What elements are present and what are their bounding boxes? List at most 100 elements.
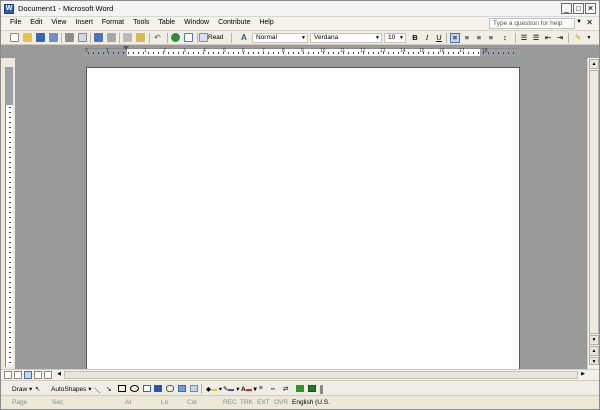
read-icon[interactable]	[199, 33, 208, 42]
scroll-right-icon[interactable]: ▶	[579, 371, 587, 379]
close-button[interactable]: ✕	[585, 3, 596, 14]
horizontal-scroll-thumb[interactable]	[64, 371, 578, 379]
tables-borders-icon[interactable]	[184, 33, 193, 42]
open-folder-icon[interactable]	[23, 33, 32, 42]
select-objects-icon[interactable]: ↖	[35, 385, 40, 393]
spelling-icon[interactable]	[94, 33, 103, 42]
dash-style-icon[interactable]: ┅	[271, 385, 275, 393]
styles-formatting-icon[interactable]: A	[241, 33, 250, 42]
line-color-button[interactable]: ✎ ▾	[223, 385, 240, 393]
arrow-style-icon[interactable]: ⇄	[283, 385, 288, 393]
bold-button[interactable]: B	[410, 33, 420, 43]
outline-view-icon[interactable]	[34, 371, 42, 379]
menu-insert[interactable]: Insert	[75, 19, 93, 26]
menu-table[interactable]: Table	[158, 19, 175, 26]
extend-selection-indicator[interactable]: EXT	[257, 399, 270, 406]
menu-view[interactable]: View	[51, 19, 66, 26]
language-indicator[interactable]: English (U.S.	[292, 399, 330, 406]
chevron-down-icon[interactable]: ▼	[375, 34, 380, 42]
vertical-ruler[interactable]	[5, 67, 13, 367]
menu-file[interactable]: File	[10, 19, 21, 26]
scroll-up-button[interactable]: ▲	[589, 59, 599, 69]
bullets-icon[interactable]: ☰	[531, 33, 541, 43]
clip-art-icon[interactable]	[178, 385, 186, 392]
document-page[interactable]	[86, 67, 520, 377]
undo-icon[interactable]: ↶	[153, 33, 162, 42]
align-right-icon[interactable]: ≡	[474, 33, 484, 43]
autoshapes-menu-button[interactable]: AutoShapes ▾	[51, 385, 92, 393]
menu-help[interactable]: Help	[259, 19, 273, 26]
picture-icon[interactable]	[190, 385, 198, 392]
first-line-indent-marker[interactable]	[123, 46, 129, 51]
read-button[interactable]: Read	[208, 34, 224, 41]
previous-page-button[interactable]: ▲	[589, 346, 599, 356]
align-center-icon[interactable]: ≡	[462, 33, 472, 43]
3d-style-icon[interactable]	[308, 385, 316, 392]
track-changes-indicator[interactable]: TRK	[240, 399, 253, 406]
justify-icon[interactable]: ≡	[486, 33, 496, 43]
horizontal-ruler[interactable]: 2 1 1 2 3 4 5 6 7 8 9 10 11 12 13 14 15 …	[84, 48, 520, 56]
normal-view-icon[interactable]	[4, 371, 12, 379]
new-document-icon[interactable]	[10, 33, 19, 42]
menu-contribute[interactable]: Contribute	[218, 19, 250, 26]
scroll-left-icon[interactable]: ◀	[55, 371, 63, 379]
underline-button[interactable]: U	[434, 33, 444, 43]
word-app-icon[interactable]: W	[4, 4, 14, 14]
menu-format[interactable]: Format	[102, 19, 124, 26]
line-spacing-icon[interactable]: ↕	[500, 33, 510, 43]
fill-color-button[interactable]: ◆ ▾	[206, 385, 222, 393]
font-combo[interactable]: Verdana ▼	[310, 33, 382, 43]
next-page-button[interactable]: ▼	[589, 357, 599, 365]
title-bar[interactable]: W Document1 - Microsoft Word _ □ ✕	[1, 1, 599, 17]
menu-edit[interactable]: Edit	[30, 19, 42, 26]
toolbar-options-icon[interactable]	[320, 385, 323, 394]
chevron-down-icon[interactable]: ▼	[301, 34, 306, 42]
increase-indent-icon[interactable]: ⇥	[555, 33, 565, 43]
align-left-icon[interactable]: ≡	[450, 33, 460, 43]
style-combo[interactable]: Normal ▼	[252, 33, 308, 43]
menu-window[interactable]: Window	[184, 19, 209, 26]
rectangle-tool-icon[interactable]	[118, 385, 126, 392]
line-tool-icon[interactable]: ＼	[94, 385, 101, 395]
scroll-down-button[interactable]: ▼	[589, 335, 599, 345]
font-color-button[interactable]: A ▾	[241, 385, 257, 393]
italic-button[interactable]: I	[422, 33, 432, 43]
web-layout-view-icon[interactable]	[14, 371, 22, 379]
save-icon[interactable]	[36, 33, 45, 42]
overtype-indicator[interactable]: OVR	[274, 399, 288, 406]
vertical-scrollbar[interactable]: ▲ ▼ ▲ ▼	[587, 58, 599, 369]
print-layout-view-icon[interactable]	[24, 371, 32, 379]
decrease-indent-icon[interactable]: ⇤	[543, 33, 553, 43]
hyperlink-icon[interactable]	[171, 33, 180, 42]
arrow-tool-icon[interactable]: ↘	[106, 385, 111, 393]
help-dropdown-icon[interactable]: ▼	[576, 19, 582, 25]
close-document-icon[interactable]: ✕	[586, 18, 593, 27]
chevron-down-icon[interactable]: ▼	[399, 34, 404, 42]
horizontal-scrollbar[interactable]: ◀ ▶	[1, 369, 599, 380]
line-style-icon[interactable]: ≡	[259, 385, 263, 392]
highlight-icon[interactable]: ✎	[573, 33, 583, 43]
reading-layout-view-icon[interactable]	[44, 371, 52, 379]
text-box-icon[interactable]	[143, 385, 151, 392]
toolbar-options-icon[interactable]: ▼	[584, 33, 594, 43]
print-preview-icon[interactable]	[78, 33, 87, 42]
maximize-button[interactable]: □	[573, 3, 584, 14]
print-icon[interactable]	[65, 33, 74, 42]
menu-tools[interactable]: Tools	[133, 19, 149, 26]
draw-menu-button[interactable]: Draw ▾	[12, 385, 32, 393]
diagram-icon[interactable]	[166, 385, 174, 392]
font-size-combo[interactable]: 10 ▼	[384, 33, 406, 43]
scroll-thumb[interactable]	[589, 70, 599, 334]
research-icon[interactable]	[107, 33, 116, 42]
help-search-input[interactable]: Type a question for help	[489, 18, 575, 29]
wordart-icon[interactable]	[154, 385, 162, 392]
record-macro-indicator[interactable]: REC	[223, 399, 237, 406]
oval-tool-icon[interactable]	[130, 385, 139, 392]
minimize-button[interactable]: _	[561, 3, 572, 14]
numbering-icon[interactable]: ☰	[519, 33, 529, 43]
shadow-style-icon[interactable]	[296, 385, 304, 392]
copy-icon[interactable]	[123, 33, 132, 42]
paste-icon[interactable]	[136, 33, 145, 42]
status-bar: Page Sec At Ln Col REC TRK EXT OVR Engli…	[1, 395, 599, 409]
permission-icon[interactable]	[49, 33, 58, 42]
